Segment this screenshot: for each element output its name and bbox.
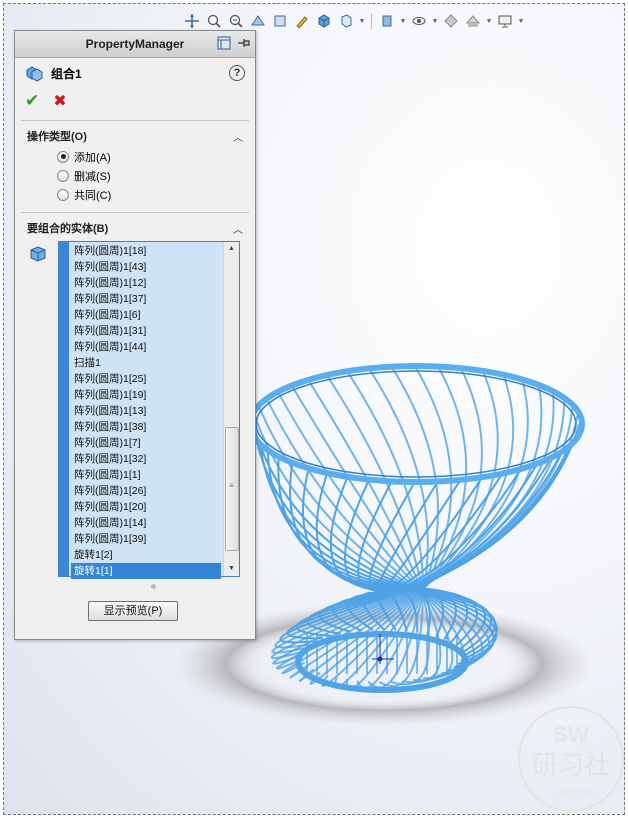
hide-show-icon[interactable]	[377, 11, 397, 31]
bodies-list-items: 阵列(圆周)1[18] 阵列(圆周)1[43] 阵列(圆周)1[12] 阵列(圆周)1…	[71, 243, 221, 579]
chevron-up-icon[interactable]: ︿	[233, 129, 243, 144]
chevron-down-icon[interactable]: ▼	[485, 11, 493, 31]
section-view-icon[interactable]	[248, 11, 268, 31]
list-item[interactable]: 阵列(圆周)1[19]	[71, 387, 221, 403]
bodies-group-header[interactable]: 要组合的实体(B) ︿	[15, 217, 255, 239]
list-item[interactable]: 旋转1[1]	[71, 563, 221, 579]
cancel-x-icon[interactable]: ✖	[53, 91, 66, 111]
scrollbar[interactable]: ▲ ≡ ▼	[223, 242, 239, 576]
monitor-icon[interactable]	[495, 11, 515, 31]
chevron-down-icon[interactable]: ▼	[431, 11, 439, 31]
list-item[interactable]: 阵列(圆周)1[26]	[71, 483, 221, 499]
operation-type-options: 添加(A) 删减(S) 共同(C)	[15, 147, 255, 204]
graphics-area[interactable]: ▼ ▼ ▼ ▼ ▼ SW 研习社 SolidWorks PropertyMana…	[3, 3, 625, 815]
ok-cancel-row: ✔ ✖	[15, 88, 255, 114]
list-item[interactable]: 阵列(圆周)1[20]	[71, 499, 221, 515]
svg-text:研习社: 研习社	[532, 751, 610, 781]
heads-up-toolbar: ▼ ▼ ▼ ▼ ▼	[182, 10, 525, 32]
list-selection-bar	[59, 242, 69, 576]
list-item[interactable]: 阵列(圆周)1[7]	[71, 435, 221, 451]
property-manager-panel: PropertyManager 组合1 ? ✔ ✖ 操作类型(O) ︿ 添加(A…	[14, 30, 256, 640]
list-item[interactable]: 阵列(圆周)1[32]	[71, 451, 221, 467]
panel-header: PropertyManager	[15, 31, 255, 58]
toolbar-separator	[371, 13, 372, 29]
radio-option-subtract[interactable]: 删减(S)	[15, 166, 255, 185]
grip-icon: ≡	[229, 481, 234, 490]
list-item[interactable]: 阵列(圆周)1[18]	[71, 243, 221, 259]
ok-checkmark-icon[interactable]: ✔	[25, 91, 39, 111]
list-item[interactable]: 阵列(圆周)1[31]	[71, 323, 221, 339]
zoom-to-fit-icon[interactable]	[182, 11, 202, 31]
list-item[interactable]: 阵列(圆周)1[14]	[71, 515, 221, 531]
list-item[interactable]: 阵列(圆周)1[6]	[71, 307, 221, 323]
radio-button[interactable]	[57, 169, 69, 182]
chevron-down-icon[interactable]: ▼	[517, 11, 525, 31]
list-item[interactable]: 旋转1[2]	[71, 547, 221, 563]
bodies-group-title: 要组合的实体(B)	[27, 223, 109, 235]
list-item[interactable]: 阵列(圆周)1[1]	[71, 467, 221, 483]
edit-appearance-icon[interactable]	[409, 11, 429, 31]
feature-title-row: 组合1 ?	[15, 58, 255, 88]
feature-title: 组合1	[51, 66, 82, 81]
zoom-area-icon[interactable]	[204, 11, 224, 31]
list-item[interactable]: 阵列(圆周)1[44]	[71, 339, 221, 355]
operation-type-title: 操作类型(O)	[27, 131, 87, 143]
svg-text:SW: SW	[553, 722, 589, 747]
radio-label: 删减(S)	[74, 170, 111, 183]
divider	[21, 120, 249, 121]
chevron-down-icon[interactable]: ▼	[358, 11, 366, 31]
pin-icon[interactable]	[237, 36, 251, 50]
chevron-up-icon[interactable]: ︿	[233, 221, 243, 236]
radio-option-common[interactable]: 共同(C)	[15, 185, 255, 204]
list-item[interactable]: 扫描1	[71, 355, 221, 371]
chevron-down-icon[interactable]: ▼	[399, 11, 407, 31]
display-style-icon[interactable]	[336, 11, 356, 31]
list-item[interactable]: 阵列(圆周)1[37]	[71, 291, 221, 307]
list-item[interactable]: 阵列(圆周)1[43]	[71, 259, 221, 275]
scroll-down-icon[interactable]: ▼	[224, 562, 239, 576]
scroll-up-icon[interactable]: ▲	[224, 242, 239, 256]
help-icon[interactable]: ?	[229, 65, 245, 81]
radio-button[interactable]	[57, 188, 69, 201]
dynamic-annotation-icon[interactable]	[270, 11, 290, 31]
combine-feature-icon	[26, 66, 43, 82]
bodies-list[interactable]: 阵列(圆周)1[18] 阵列(圆周)1[43] 阵列(圆周)1[12] 阵列(圆周)1…	[58, 241, 240, 579]
scroll-thumb[interactable]: ≡	[225, 427, 239, 551]
operation-type-group-header[interactable]: 操作类型(O) ︿	[15, 125, 255, 147]
panel-layout-icon[interactable]	[217, 36, 231, 50]
radio-button[interactable]	[57, 150, 69, 163]
list-item[interactable]: 阵列(圆周)1[39]	[71, 531, 221, 547]
radio-label: 共同(C)	[74, 189, 112, 202]
svg-text:SolidWorks: SolidWorks	[549, 788, 599, 799]
radio-option-add[interactable]: 添加(A)	[15, 147, 255, 166]
list-item[interactable]: 阵列(圆周)1[38]	[71, 419, 221, 435]
view-orientation-icon[interactable]	[314, 11, 334, 31]
view-settings-icon[interactable]	[463, 11, 483, 31]
resize-handle[interactable]	[151, 584, 156, 589]
show-preview-button[interactable]: 显示预览(P)	[88, 601, 178, 621]
list-item[interactable]: 阵列(圆周)1[25]	[71, 371, 221, 387]
previous-view-icon[interactable]	[226, 11, 246, 31]
apply-scene-icon[interactable]	[441, 11, 461, 31]
list-item[interactable]: 阵列(圆周)1[13]	[71, 403, 221, 419]
sw-watermark-logo: SW 研习社 SolidWorks	[518, 706, 624, 812]
radio-label: 添加(A)	[74, 151, 111, 164]
divider	[21, 212, 249, 213]
edit-annotation-icon[interactable]	[292, 11, 312, 31]
solid-body-icon	[30, 246, 46, 262]
list-item[interactable]: 阵列(圆周)1[12]	[71, 275, 221, 291]
bodies-section: 阵列(圆周)1[18] 阵列(圆周)1[43] 阵列(圆周)1[12] 阵列(圆周)1…	[15, 241, 255, 581]
